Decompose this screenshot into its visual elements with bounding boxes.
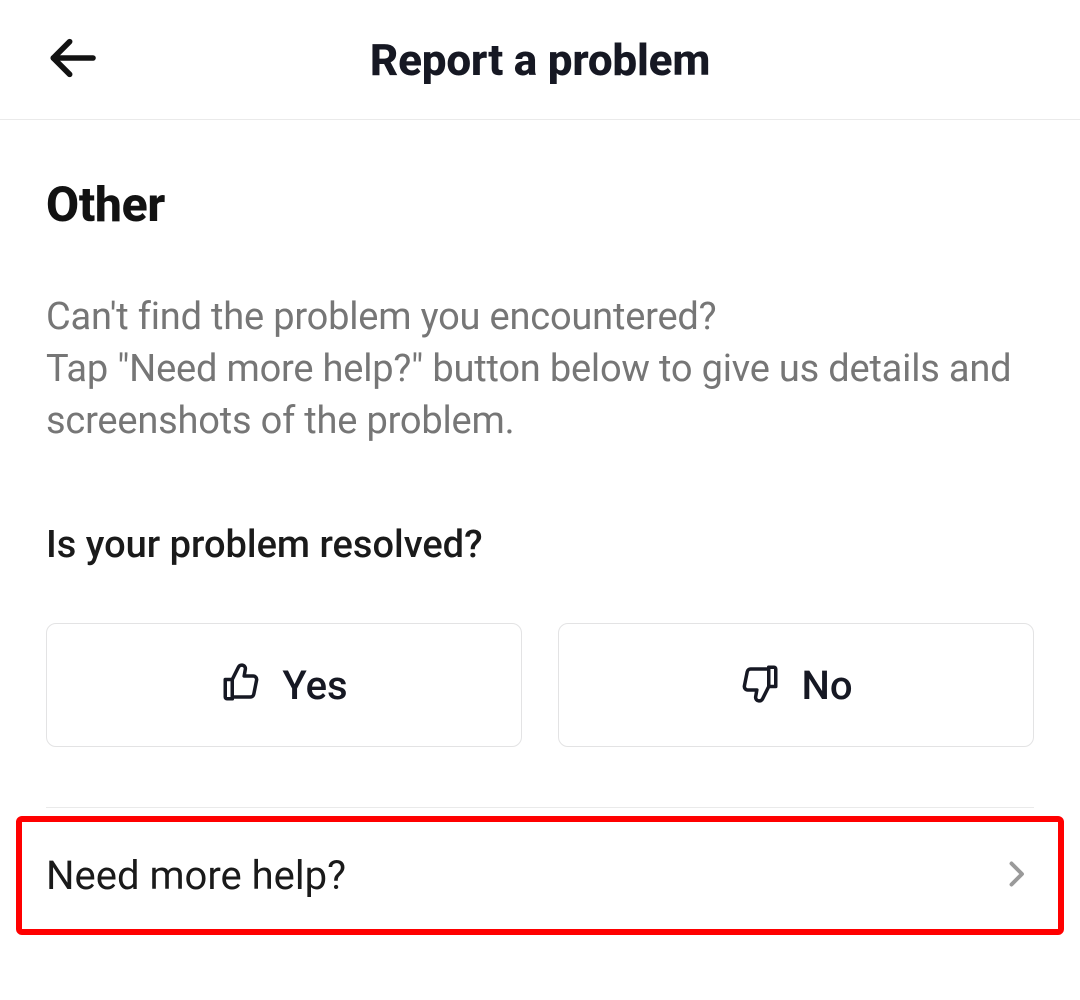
yes-button[interactable]: Yes [46,623,522,747]
yes-label: Yes [282,662,347,709]
chevron-right-icon [998,856,1034,896]
need-more-help-label: Need more help? [46,852,346,899]
choice-row: Yes No [46,623,1034,747]
resolved-question: Is your problem resolved? [46,523,1034,567]
no-label: No [801,662,852,709]
description-text: Can't find the problem you encountered?T… [46,291,1034,447]
divider [46,807,1034,808]
need-more-help-highlight: Need more help? [16,816,1064,935]
header: Report a problem [0,0,1080,120]
thumbs-down-icon [739,662,781,708]
section-title: Other [46,176,1034,233]
page-title: Report a problem [370,34,710,86]
no-button[interactable]: No [558,623,1034,747]
arrow-left-icon [44,30,100,90]
thumbs-up-icon [220,662,262,708]
content: Other Can't find the problem you encount… [0,120,1080,935]
need-more-help-button[interactable]: Need more help? [46,852,1034,899]
back-button[interactable] [44,32,100,88]
